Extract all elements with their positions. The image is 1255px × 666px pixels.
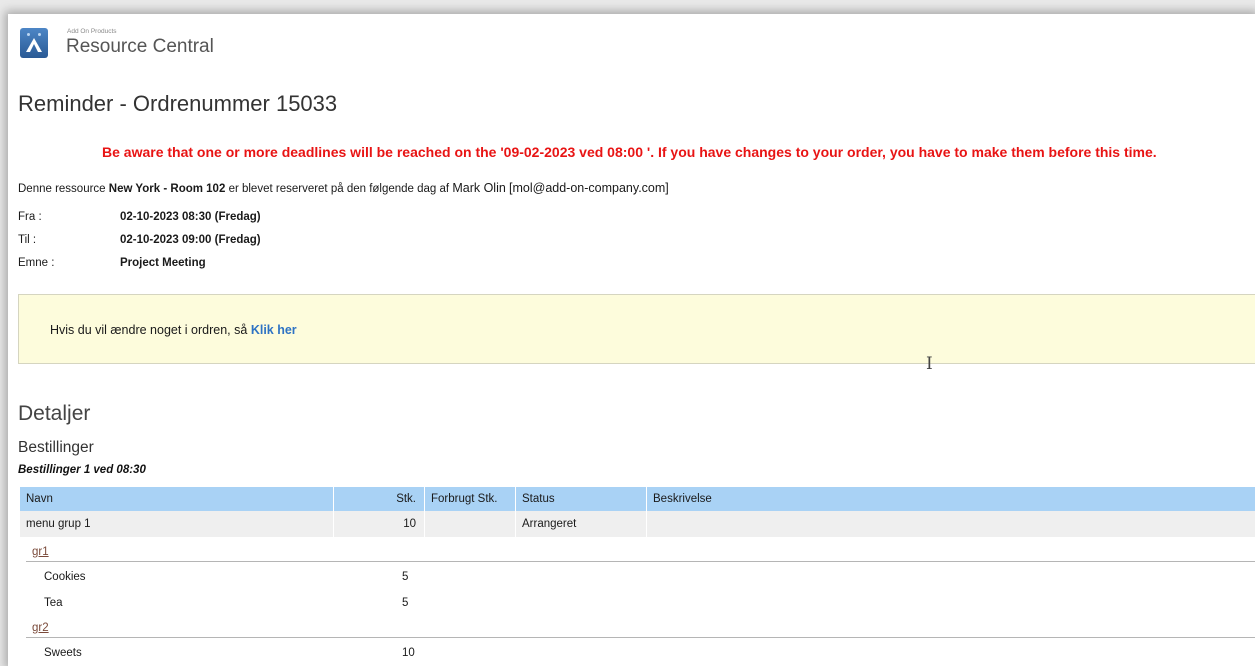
to-label: Til : — [18, 234, 37, 246]
list-item: Cookies — [44, 571, 86, 583]
group-divider — [26, 637, 1255, 638]
brand-name: Resource Central — [66, 36, 214, 57]
from-label: Fra : — [18, 211, 42, 223]
list-item: Tea — [44, 597, 63, 609]
list-item-qty: 10 — [402, 647, 415, 659]
add-on-logo-icon — [20, 28, 48, 58]
text-cursor-icon: I — [926, 354, 933, 374]
reservation-prefix: Denne ressource — [18, 183, 106, 195]
deadline-warning: Be aware that one or more deadlines will… — [102, 144, 1157, 160]
brand-small-text: Add On Products — [67, 28, 117, 35]
page-title: Reminder - Ordrenummer 15033 — [18, 91, 338, 116]
group-label: gr2 — [32, 622, 49, 634]
row-name: menu grup 1 — [20, 511, 334, 537]
person-name: Mark Olin — [452, 181, 506, 195]
resource-separator: - — [163, 183, 168, 195]
edit-notice-box: Hvis du vil ændre noget i ordren, så Kli… — [18, 294, 1255, 364]
room-name: Room 102 — [170, 183, 226, 195]
list-item: Sweets — [44, 647, 82, 659]
list-item-qty: 5 — [402, 571, 409, 583]
col-used: Forbrugt Stk. — [425, 487, 516, 511]
row-qty: 10 — [334, 511, 425, 537]
reservation-middle: er blevet reserveret på den følgende dag… — [228, 183, 450, 195]
col-qty: Stk. — [334, 487, 425, 511]
group-divider — [26, 561, 1255, 562]
details-heading: Detaljer — [18, 402, 91, 425]
batch-title: Bestillinger 1 ved 08:30 — [18, 464, 146, 476]
list-item-qty: 5 — [402, 597, 409, 609]
row-status: Arrangeret — [516, 511, 647, 537]
row-used — [425, 511, 516, 537]
resource-name: New York — [108, 183, 161, 195]
click-here-link[interactable]: Klik her — [251, 323, 297, 337]
col-name: Navn — [20, 487, 334, 511]
edit-notice-text: Hvis du vil ændre noget i ordren, så — [50, 323, 248, 337]
orders-table-header: Navn Stk. Forbrugt Stk. Status Beskrivel… — [20, 487, 1255, 511]
orders-heading: Bestillinger — [18, 439, 94, 456]
col-status: Status — [516, 487, 647, 511]
table-row: menu grup 1 10 Arrangeret — [20, 511, 1255, 537]
from-value: 02-10-2023 08:30 (Fredag) — [120, 211, 261, 223]
email-window: Add On Products Resource Central Reminde… — [8, 14, 1255, 666]
edit-notice: Hvis du vil ændre noget i ordren, så Kli… — [50, 323, 297, 337]
subject-label: Emne : — [18, 257, 55, 269]
reservation-sentence: Denne ressource New York - Room 102 er b… — [18, 181, 669, 195]
to-value: 02-10-2023 09:00 (Fredag) — [120, 234, 261, 246]
col-description: Beskrivelse — [653, 493, 712, 505]
group-label: gr1 — [32, 546, 49, 558]
person-email: [mol@add-on-company.com] — [509, 181, 669, 195]
row-description — [647, 511, 1255, 537]
subject-value: Project Meeting — [120, 257, 206, 269]
